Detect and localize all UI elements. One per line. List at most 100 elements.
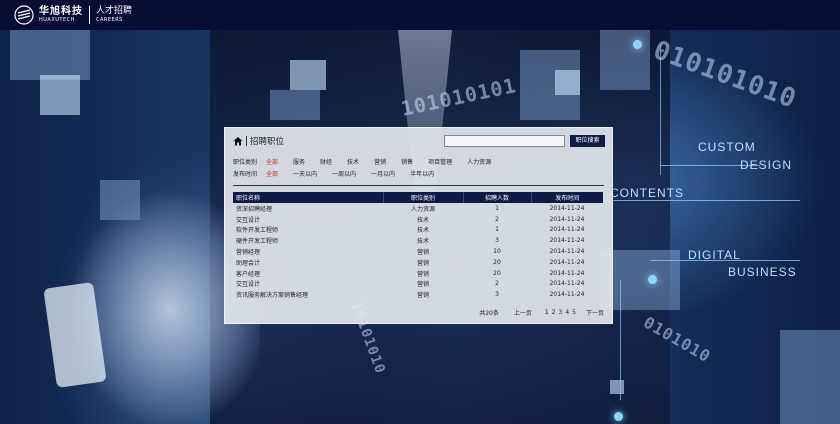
date-cell: 2014-11-24 <box>549 215 585 223</box>
job-title-cell[interactable]: 交互设计 <box>233 279 383 290</box>
company-name[interactable]: 华旭科技 HUAXUTECH <box>39 6 83 24</box>
job-title-cell[interactable]: 交互设计 <box>233 214 383 225</box>
headcount-cell: 20 <box>493 269 501 277</box>
pixel-block <box>40 75 80 115</box>
date-cell: 2014-11-24 <box>549 291 585 299</box>
bg-label-digital: DIGITAL <box>688 248 741 262</box>
job-category-cell: 人力资源 <box>410 205 435 213</box>
glow-node <box>648 275 657 284</box>
careers-cn: 人才招聘 <box>96 6 133 16</box>
divider <box>233 185 604 186</box>
headcount-cell: 10 <box>493 248 501 256</box>
job-title-cell[interactable]: 软件开发工程师 <box>233 225 383 236</box>
careers-en: CAREERS <box>96 17 123 23</box>
time-option-month[interactable]: 一月以内 <box>371 169 395 178</box>
category-filter-label: 职位类别 <box>233 159 258 166</box>
job-table: 职位名称 职位类别 招聘人数 发布时间 资深招聘经理 人力资源 1 2014-11-2… <box>233 192 603 300</box>
time-filter: 发布时间 全部 一天以内 一周以内 一月以内 半年以内 <box>233 168 604 179</box>
table-header-row: 职位名称 职位类别 招聘人数 发布时间 <box>233 192 603 203</box>
company-name-cn: 华旭科技 <box>39 6 83 17</box>
prev-page-link[interactable]: 上一页 <box>514 308 532 317</box>
pixel-block <box>780 330 840 424</box>
job-search-input[interactable] <box>444 135 565 147</box>
table-row[interactable]: 资深招聘经理 人力资源 1 2014-11-24 <box>233 203 603 214</box>
bg-label-business: BUSINESS <box>728 265 797 279</box>
category-option-hr[interactable]: 人力资源 <box>467 157 491 166</box>
job-title-cell[interactable]: 助理会计 <box>233 257 383 268</box>
category-option-all[interactable]: 全部 <box>266 157 278 166</box>
time-option-all[interactable]: 全部 <box>266 169 278 178</box>
column-header-headcount[interactable]: 招聘人数 <box>463 192 532 203</box>
table-row[interactable]: 营销经理 营销 10 2014-11-24 <box>233 246 603 257</box>
glow-line <box>620 280 621 400</box>
job-title-cell[interactable]: 营销经理 <box>233 246 383 257</box>
job-title-cell[interactable]: 资讯服务解决方案销售经理 <box>233 289 383 300</box>
category-option-marketing[interactable]: 营销 <box>374 157 386 166</box>
bg-label-design: DESIGN <box>740 158 793 172</box>
category-filter: 职位类别 全部 服务 财经 技术 营销 销售 项目管理 人力资源 <box>233 156 604 167</box>
pixel-block <box>610 380 624 394</box>
table-row[interactable]: 客户经理 营销 20 2014-11-24 <box>233 268 603 279</box>
total-count: 共20条 <box>479 310 499 318</box>
table-row[interactable]: 软件开发工程师 技术 1 2014-11-24 <box>233 225 603 236</box>
headcount-cell: 2 <box>495 215 499 223</box>
home-icon[interactable] <box>233 136 243 146</box>
job-category-cell: 技术 <box>416 238 429 246</box>
binary-text: 010101010 <box>649 35 801 115</box>
headcount-cell: 2 <box>495 280 499 288</box>
job-listing-panel: 招聘职位 职位搜索 职位类别 全部 服务 财经 技术 营销 销售 项目管理 人力… <box>224 127 613 324</box>
logo-divider <box>89 6 90 24</box>
column-header-category[interactable]: 职位类别 <box>383 192 464 203</box>
next-page-link[interactable]: 下一页 <box>586 308 604 317</box>
date-cell: 2014-11-24 <box>549 226 585 234</box>
job-category-cell: 营销 <box>416 292 429 300</box>
table-row[interactable]: 助理会计 营销 20 2014-11-24 <box>233 257 603 268</box>
pagination: 共20条 上一页 1 2 3 4 5 下一页 <box>233 308 604 317</box>
page-link-2[interactable]: 2 <box>552 309 556 316</box>
date-cell: 2014-11-24 <box>549 237 585 245</box>
glow-node <box>614 412 623 421</box>
headcount-cell: 1 <box>495 204 499 212</box>
page-link-3[interactable]: 3 <box>559 309 563 316</box>
category-option-finance[interactable]: 财经 <box>320 157 332 166</box>
table-row[interactable]: 硬件开发工程师 技术 3 2014-11-24 <box>233 235 603 246</box>
headcount-cell: 20 <box>493 258 501 266</box>
time-option-half-year[interactable]: 半年以内 <box>410 169 434 178</box>
company-logo-icon[interactable] <box>14 5 34 25</box>
job-category-cell: 营销 <box>416 249 429 257</box>
table-row[interactable]: 交互设计 营销 2 2014-11-24 <box>233 279 603 290</box>
column-header-name[interactable]: 职位名称 <box>233 192 384 203</box>
bg-label-custom: CUSTOM <box>698 140 756 154</box>
job-search-button[interactable]: 职位搜索 <box>570 135 605 147</box>
category-option-sales[interactable]: 销售 <box>401 157 413 166</box>
glow-node <box>633 40 642 49</box>
page-link-5[interactable]: 5 <box>572 309 576 316</box>
table-row[interactable]: 交互设计 技术 2 2014-11-24 <box>233 214 603 225</box>
careers-label: 人才招聘 CAREERS <box>96 6 132 24</box>
pixel-block <box>555 70 580 95</box>
job-category-cell: 营销 <box>416 270 429 278</box>
time-option-day[interactable]: 一天以内 <box>293 169 317 178</box>
glow-line <box>660 45 661 175</box>
job-title-cell[interactable]: 硬件开发工程师 <box>233 235 383 246</box>
page-title: 招聘职位 <box>250 137 285 147</box>
category-option-project-mgmt[interactable]: 项目管理 <box>428 157 452 166</box>
company-name-en: HUAXUTECH <box>39 17 75 23</box>
column-header-date[interactable]: 发布时间 <box>531 192 603 203</box>
time-option-week[interactable]: 一周以内 <box>332 169 356 178</box>
job-title-cell[interactable]: 资深招聘经理 <box>233 203 383 214</box>
category-option-service[interactable]: 服务 <box>293 157 305 166</box>
time-filter-label: 发布时间 <box>233 171 258 178</box>
pixel-block <box>10 30 90 80</box>
category-option-tech[interactable]: 技术 <box>347 157 359 166</box>
glow-line <box>600 200 800 201</box>
table-row[interactable]: 资讯服务解决方案销售经理 营销 3 2014-11-24 <box>233 289 603 300</box>
header-separator <box>246 136 247 146</box>
job-category-cell: 营销 <box>416 281 429 289</box>
headcount-cell: 3 <box>495 237 499 245</box>
headcount-cell: 3 <box>495 291 499 299</box>
job-title-cell[interactable]: 客户经理 <box>233 268 383 279</box>
page-link-4[interactable]: 4 <box>565 309 569 316</box>
page-link-1[interactable]: 1 <box>545 309 549 316</box>
job-category-cell: 技术 <box>416 216 429 224</box>
